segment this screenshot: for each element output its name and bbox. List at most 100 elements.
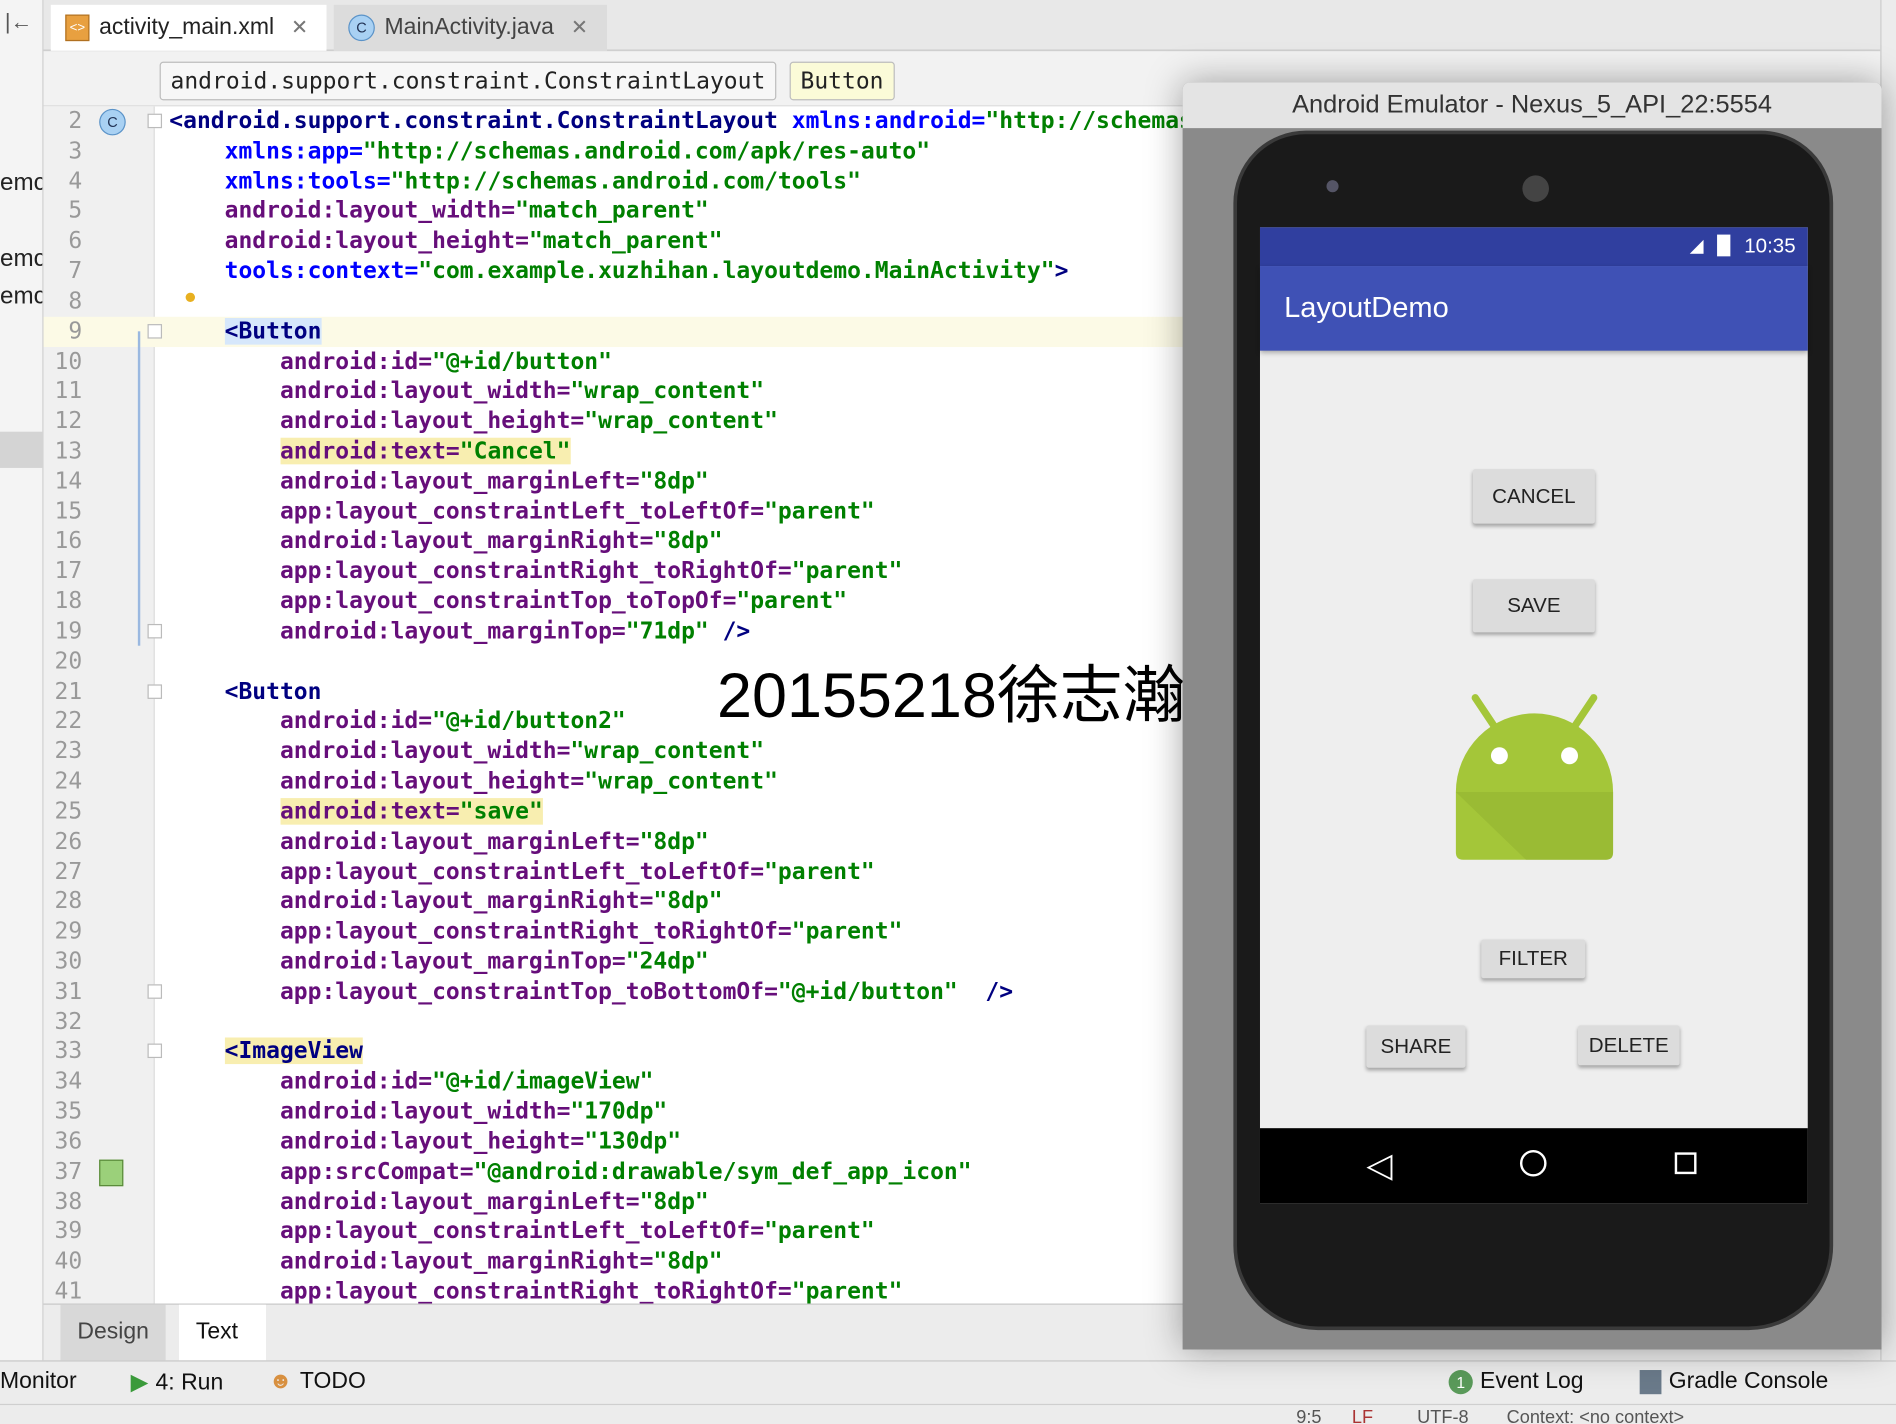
line-number: 17 [54, 557, 83, 585]
code-line[interactable]: 10 android:id="@+id/button" [44, 346, 1187, 376]
todo-tool[interactable]: ☻ TODO [268, 1369, 365, 1396]
fold-marker-icon[interactable] [147, 683, 163, 699]
code-text: android:layout_marginTop="24dp" [169, 947, 709, 977]
code-token: "wrap_content" [584, 767, 778, 795]
fold-marker-icon[interactable] [147, 1044, 163, 1059]
line-separator[interactable]: LF [1352, 1408, 1373, 1424]
code-line[interactable]: 39 app:layout_constraintLeft_toLeftOf="p… [44, 1217, 1187, 1247]
code-line[interactable]: 28 android:layout_marginRight="8dp" [44, 887, 1187, 917]
code-line[interactable]: 2 <android.support.constraint.ConstraintL… [44, 106, 1186, 136]
monitor-tool[interactable]: Monitor [0, 1369, 77, 1396]
code-line[interactable]: 11 android:layout_width="wrap_content" [44, 377, 1187, 407]
save-button[interactable]: SAVE [1472, 579, 1595, 633]
gradle-console-tool[interactable]: Gradle Console [1639, 1369, 1828, 1396]
event-log-label: Event Log [1480, 1368, 1584, 1395]
line-number: 20 [54, 647, 83, 675]
code-token: app:layout_constraintLeft_toLeftOf= [279, 497, 765, 525]
close-icon[interactable]: ✕ [291, 16, 308, 40]
design-text-tabs: Design Text [43, 1303, 1187, 1361]
code-line[interactable]: 18 app:layout_constraintTop_toTopOf="par… [44, 587, 1187, 617]
breadcrumb-constraintlayout[interactable]: android.support.constraint.ConstraintLay… [159, 61, 777, 101]
lightbulb-icon[interactable]: ● [184, 284, 197, 309]
code-line[interactable]: 30 android:layout_marginTop="24dp" [44, 947, 1187, 977]
code-line[interactable]: 40 android:layout_marginRight="8dp" [44, 1247, 1187, 1277]
code-line[interactable]: 31 app:layout_constraintTop_toBottomOf="… [44, 977, 1187, 1007]
code-line[interactable]: 25 android:text="save" [44, 797, 1187, 827]
project-item-fragment[interactable]: emc [0, 283, 42, 311]
code-line[interactable]: 36 android:layout_height="130dp" [44, 1127, 1187, 1157]
caret-position[interactable]: 9:5 [1296, 1408, 1321, 1424]
back-icon[interactable]: ◁ [1366, 1145, 1392, 1185]
line-number: 22 [54, 707, 83, 735]
code-line[interactable]: 23 android:layout_width="wrap_content" [44, 737, 1187, 767]
code-line[interactable]: 33 <ImageView [44, 1037, 1187, 1067]
code-line[interactable]: 16 android:layout_marginRight="8dp" [44, 527, 1187, 557]
clock: 10:35 [1744, 234, 1796, 258]
code-line[interactable]: 35 android:layout_width="170dp" [44, 1097, 1187, 1127]
delete-button[interactable]: DELETE [1578, 1025, 1680, 1066]
share-button[interactable]: SHARE [1366, 1025, 1466, 1068]
home-icon[interactable] [1519, 1149, 1547, 1177]
battery-icon [1717, 234, 1731, 257]
gradle-side-panel[interactable] [1880, 0, 1896, 1361]
project-item-fragment[interactable]: emc [0, 245, 42, 273]
code-line[interactable]: 17 app:layout_constraintRight_toRightOf=… [44, 557, 1187, 587]
code-line[interactable]: 15 app:layout_constraintLeft_toLeftOf="p… [44, 497, 1187, 527]
code-line[interactable]: 8 [44, 286, 1187, 316]
encoding[interactable]: UTF-8 [1417, 1408, 1468, 1424]
code-token: "@+id/button" [777, 977, 958, 1005]
code-line[interactable]: 7 tools:context="com.example.xuzhihan.la… [44, 256, 1187, 286]
fold-marker-icon[interactable] [147, 113, 163, 129]
code-line[interactable]: 13 android:text="Cancel" [44, 437, 1187, 467]
code-line[interactable]: 32 [44, 1007, 1187, 1037]
code-line[interactable]: 38 android:layout_marginLeft="8dp" [44, 1187, 1187, 1217]
tab-design[interactable]: Design [60, 1304, 166, 1361]
code-token: <Button [224, 317, 322, 345]
code-line[interactable]: 27 app:layout_constraintLeft_toLeftOf="p… [44, 857, 1187, 887]
breadcrumb-button[interactable]: Button [789, 61, 895, 101]
emulator-title: Android Emulator - Nexus_5_API_22:5554 [1182, 82, 1882, 129]
code-token: "com.example.xuzhihan.layoutdemo.MainAct… [418, 257, 1055, 285]
tab-main-activity-java[interactable]: C MainActivity.java ✕ [333, 4, 608, 51]
code-line[interactable]: 37 app:srcCompat="@android:drawable/sym_… [44, 1157, 1187, 1187]
code-line[interactable]: 6 android:layout_height="match_parent" [44, 226, 1187, 256]
close-icon[interactable]: ✕ [571, 16, 588, 40]
recents-icon[interactable] [1674, 1152, 1697, 1175]
code-line[interactable]: 19 android:layout_marginTop="71dp" /> [44, 617, 1187, 647]
code-text: android:layout_marginLeft="8dp" [169, 1187, 709, 1217]
code-line[interactable]: 4 xmlns:tools="http://schemas.android.co… [44, 166, 1187, 196]
code-token: "@+id/button2" [432, 707, 626, 735]
code-line[interactable]: 5 android:layout_width="match_parent" [44, 196, 1187, 226]
event-log-tool[interactable]: 1 Event Log [1448, 1368, 1584, 1396]
fold-marker-icon[interactable] [147, 323, 163, 339]
code-line[interactable]: 29 app:layout_constraintRight_toRightOf=… [44, 917, 1187, 947]
filter-button[interactable]: FILTER [1481, 939, 1586, 979]
code-text: app:layout_constraintTop_toBottomOf="@+i… [169, 977, 1013, 1007]
code-token: android:id= [279, 1068, 433, 1095]
cancel-button[interactable]: CANCEL [1472, 469, 1595, 524]
code-line[interactable]: 12 android:layout_height="wrap_content" [44, 407, 1187, 437]
image-preview-icon[interactable] [99, 1159, 124, 1187]
fold-marker-icon[interactable] [147, 623, 163, 639]
collapse-left-icon[interactable]: |← [5, 10, 32, 35]
fold-marker-icon[interactable] [147, 984, 163, 999]
code-line[interactable]: 14 android:layout_marginLeft="8dp" [44, 467, 1187, 497]
android-app-icon [1455, 694, 1614, 860]
code-line[interactable]: 26 android:layout_marginLeft="8dp" [44, 827, 1187, 857]
context[interactable]: Context: <no context> [1507, 1408, 1684, 1424]
device-screen[interactable]: ◢ 10:35 LayoutDemo CANCEL SAVE FILTER SH… [1259, 227, 1808, 1204]
code-text: android:layout_marginLeft="8dp" [169, 467, 709, 497]
tab-activity-main-xml[interactable]: <> activity_main.xml ✕ [50, 4, 327, 51]
code-line[interactable]: 3 xmlns:app="http://schemas.android.com/… [44, 136, 1187, 166]
run-tool[interactable]: ▶ 4: Run [131, 1369, 224, 1397]
code-line[interactable]: 24 android:layout_height="wrap_content" [44, 767, 1187, 797]
code-text: android:layout_width="170dp" [169, 1097, 667, 1127]
project-item-fragment[interactable]: emc [0, 169, 42, 197]
code-line[interactable]: 9 <Button [43, 316, 1187, 347]
tab-text[interactable]: Text [178, 1304, 267, 1361]
code-line[interactable]: 41 app:layout_constraintRight_toRightOf=… [44, 1277, 1187, 1303]
code-line[interactable]: 34 android:id="@+id/imageView" [44, 1067, 1187, 1097]
